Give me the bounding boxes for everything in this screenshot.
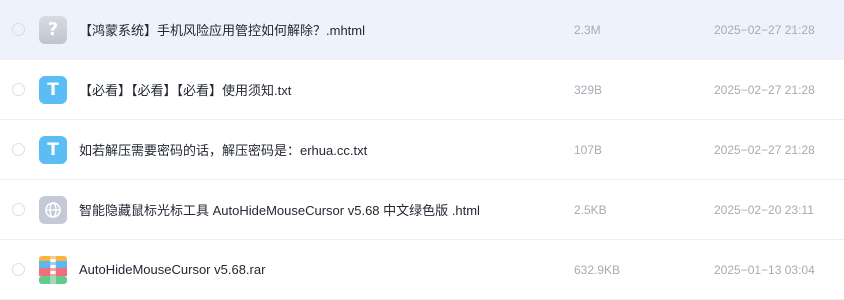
unknown-file-icon: ?: [39, 15, 67, 44]
file-size: 329B: [574, 82, 603, 97]
file-size: 2.5KB: [574, 202, 607, 217]
archive-file-icon: [39, 255, 67, 284]
file-date: 2025−02−27 21:28: [714, 82, 815, 97]
file-name[interactable]: 智能隐藏鼠标光标工具 AutoHideMouseCursor v5.68 中文绿…: [79, 200, 480, 219]
file-date: 2025−02−27 21:28: [714, 142, 815, 157]
row-select-checkbox[interactable]: [12, 203, 25, 216]
file-date: 2025−02−27 21:28: [714, 22, 815, 37]
text-file-icon: T: [39, 75, 67, 104]
row-select-checkbox[interactable]: [12, 23, 25, 36]
file-name[interactable]: 【必看】【必看】【必看】使用须知.txt: [79, 80, 291, 99]
file-row[interactable]: T 【必看】【必看】【必看】使用须知.txt 329B 2025−02−27 2…: [0, 60, 844, 120]
file-row[interactable]: 智能隐藏鼠标光标工具 AutoHideMouseCursor v5.68 中文绿…: [0, 180, 844, 240]
file-date: 2025−02−20 23:11: [714, 202, 814, 217]
file-list: ? 【鸿蒙系统】手机风险应用管控如何解除？.mhtml 2.3M 2025−02…: [0, 0, 844, 300]
rar-archive-icon: [39, 255, 67, 284]
row-select-checkbox[interactable]: [12, 143, 25, 156]
file-name[interactable]: 如若解压需要密码的话，解压密码是：erhua.cc.txt: [79, 140, 367, 159]
web-file-icon: [39, 195, 67, 224]
globe-icon: [45, 201, 61, 218]
file-row[interactable]: AutoHideMouseCursor v5.68.rar 632.9KB 20…: [0, 240, 844, 300]
file-size: 2.3M: [574, 22, 601, 37]
file-name[interactable]: 【鸿蒙系统】手机风险应用管控如何解除？.mhtml: [79, 20, 365, 39]
file-row[interactable]: T 如若解压需要密码的话，解压密码是：erhua.cc.txt 107B 202…: [0, 120, 844, 180]
file-size: 632.9KB: [574, 262, 621, 277]
file-date: 2025−01−13 03:04: [714, 262, 815, 277]
row-select-checkbox[interactable]: [12, 263, 25, 276]
file-name[interactable]: AutoHideMouseCursor v5.68.rar: [79, 262, 265, 277]
file-size: 107B: [574, 142, 603, 157]
file-row[interactable]: ? 【鸿蒙系统】手机风险应用管控如何解除？.mhtml 2.3M 2025−02…: [0, 0, 844, 60]
text-file-icon: T: [39, 135, 67, 164]
row-select-checkbox[interactable]: [12, 83, 25, 96]
